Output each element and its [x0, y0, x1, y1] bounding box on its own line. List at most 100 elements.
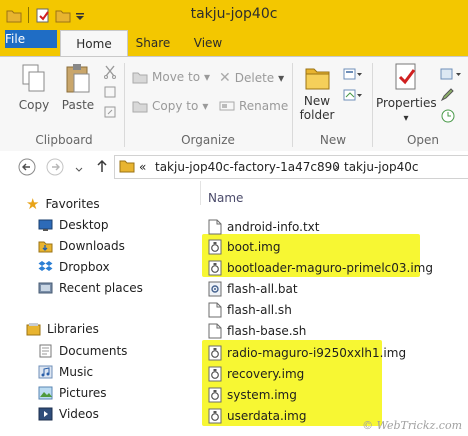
- copy-to-button[interactable]: Copy to ▾: [132, 99, 208, 113]
- organize-group-label: Organize: [181, 133, 235, 147]
- open-group-label: Open: [406, 133, 440, 147]
- move-to-icon: [132, 72, 148, 84]
- copy-to-icon: [132, 101, 148, 113]
- watermark: © WebTrickz.com: [362, 419, 462, 432]
- file-name: boot.img: [227, 240, 281, 254]
- file-row[interactable]: system.img: [208, 386, 297, 404]
- nav-libraries[interactable]: Libraries: [26, 322, 99, 336]
- nav-item-dropbox[interactable]: Dropbox: [38, 260, 110, 274]
- file-row[interactable]: flash-all.sh: [208, 301, 292, 319]
- breadcrumb-item-parent[interactable]: takju-jop40c-factory-1a47c890: [155, 160, 340, 174]
- nav-item-label: Pictures: [59, 386, 107, 400]
- file-name: recovery.img: [227, 367, 305, 381]
- delete-button[interactable]: ✕ Delete ▾: [219, 70, 284, 86]
- file-row[interactable]: recovery.img: [208, 365, 304, 383]
- text-file-icon: [208, 219, 222, 235]
- nav-item-desktop[interactable]: Desktop: [38, 218, 109, 232]
- copy-path-icon: [104, 86, 116, 98]
- ribbon: Copy Paste Clipboard Move to ▾ Copy to ▾…: [0, 56, 468, 152]
- copy-button[interactable]: Copy: [14, 63, 54, 112]
- tab-share[interactable]: Share: [130, 30, 176, 56]
- breadcrumb-item-current[interactable]: takju-jop40c: [344, 160, 418, 174]
- documents-icon: [39, 344, 52, 358]
- text-file-icon: [208, 302, 222, 318]
- back-button[interactable]: [18, 158, 36, 179]
- move-to-button[interactable]: Move to ▾: [132, 70, 210, 84]
- nav-item-videos[interactable]: Videos: [38, 407, 99, 421]
- ribbon-tab-bar: File Home Share View: [0, 30, 468, 57]
- window-title: takju-jop40c: [190, 6, 278, 22]
- file-row[interactable]: bootloader-maguro-primelc03.img: [208, 259, 433, 277]
- nav-item-label: Videos: [59, 407, 99, 421]
- new-item-icon: [343, 68, 362, 80]
- address-bar-row: « takju-jop40c-factory-1a47c890 › takju-…: [0, 151, 468, 181]
- file-name: radio-maguro-i9250xxlh1.img: [227, 346, 407, 360]
- img-file-icon: [208, 260, 222, 276]
- nav-item-recent-places[interactable]: Recent places: [38, 281, 143, 295]
- nav-item-label: Downloads: [59, 239, 125, 253]
- cut-button[interactable]: [103, 65, 117, 82]
- paste-button[interactable]: Paste: [58, 63, 98, 112]
- nav-item-music[interactable]: Music: [38, 365, 93, 379]
- videos-icon: [38, 407, 53, 421]
- tab-view[interactable]: View: [186, 30, 230, 56]
- file-row[interactable]: flash-all.bat: [208, 280, 298, 298]
- nav-favorites[interactable]: ★ Favorites: [26, 195, 100, 213]
- forward-arrow-icon: [46, 158, 64, 176]
- nav-item-documents[interactable]: Documents: [38, 344, 127, 358]
- img-file-icon: [208, 387, 222, 403]
- img-file-icon: [208, 345, 222, 361]
- delete-label: Delete: [234, 71, 275, 85]
- nav-item-pictures[interactable]: Pictures: [38, 386, 107, 400]
- breadcrumb-overflow[interactable]: «: [139, 160, 146, 174]
- properties-button[interactable]: Properties ▾: [376, 61, 437, 124]
- chevron-down-icon: ▾: [403, 113, 409, 124]
- desktop-icon: [38, 219, 53, 231]
- new-folder-icon: [305, 68, 330, 90]
- rename-button[interactable]: Rename: [219, 99, 288, 113]
- tab-home[interactable]: Home: [60, 30, 128, 57]
- paste-shortcut-icon: [104, 106, 116, 118]
- file-row[interactable]: userdata.img: [208, 407, 306, 425]
- file-row[interactable]: android-info.txt: [208, 218, 320, 236]
- nav-favorites-label: Favorites: [45, 197, 100, 211]
- nav-item-downloads[interactable]: Downloads: [38, 239, 125, 253]
- new-folder-button[interactable]: New folder: [296, 61, 338, 122]
- nav-item-label: Documents: [59, 344, 128, 358]
- edit-button[interactable]: [440, 88, 456, 105]
- title-bar: takju-jop40c: [0, 0, 468, 30]
- rename-icon: [219, 101, 235, 111]
- file-name: userdata.img: [227, 409, 307, 423]
- file-name: flash-all.sh: [227, 303, 292, 317]
- paste-shortcut-button[interactable]: [103, 105, 117, 122]
- file-name: bootloader-maguro-primelc03.img: [227, 261, 433, 275]
- up-button[interactable]: [96, 159, 108, 176]
- tab-file[interactable]: File: [5, 30, 57, 48]
- img-file-icon: [208, 366, 222, 382]
- recent-locations-button[interactable]: [74, 163, 84, 177]
- dropbox-icon: [38, 261, 53, 271]
- rename-label: Rename: [239, 99, 289, 113]
- up-arrow-icon: [97, 159, 107, 172]
- chevron-down-icon: ▾: [204, 70, 211, 84]
- breadcrumb[interactable]: « takju-jop40c-factory-1a47c890 › takju-…: [114, 155, 468, 179]
- chevron-down-icon: ▾: [278, 71, 285, 85]
- breadcrumb-separator[interactable]: ›: [334, 160, 339, 174]
- forward-button[interactable]: [46, 158, 64, 179]
- easy-access-button[interactable]: [343, 88, 363, 105]
- open-button[interactable]: [440, 67, 464, 84]
- nav-item-label: Recent places: [59, 281, 143, 295]
- new-item-button[interactable]: [343, 67, 363, 84]
- group-separator: [292, 63, 293, 147]
- column-header-name[interactable]: Name: [208, 191, 243, 205]
- file-row[interactable]: radio-maguro-i9250xxlh1.img: [208, 344, 406, 362]
- open-icon: [440, 68, 461, 80]
- copy-path-button[interactable]: [103, 85, 117, 102]
- history-button[interactable]: [440, 109, 456, 126]
- navigation-pane: ★ Favorites Desktop Downloads Dropbox Re…: [0, 181, 188, 436]
- img-file-icon: [208, 408, 222, 424]
- file-name: android-info.txt: [227, 220, 320, 234]
- file-row[interactable]: flash-base.sh: [208, 322, 306, 340]
- cut-icon: [104, 65, 116, 79]
- file-row[interactable]: boot.img: [208, 238, 280, 256]
